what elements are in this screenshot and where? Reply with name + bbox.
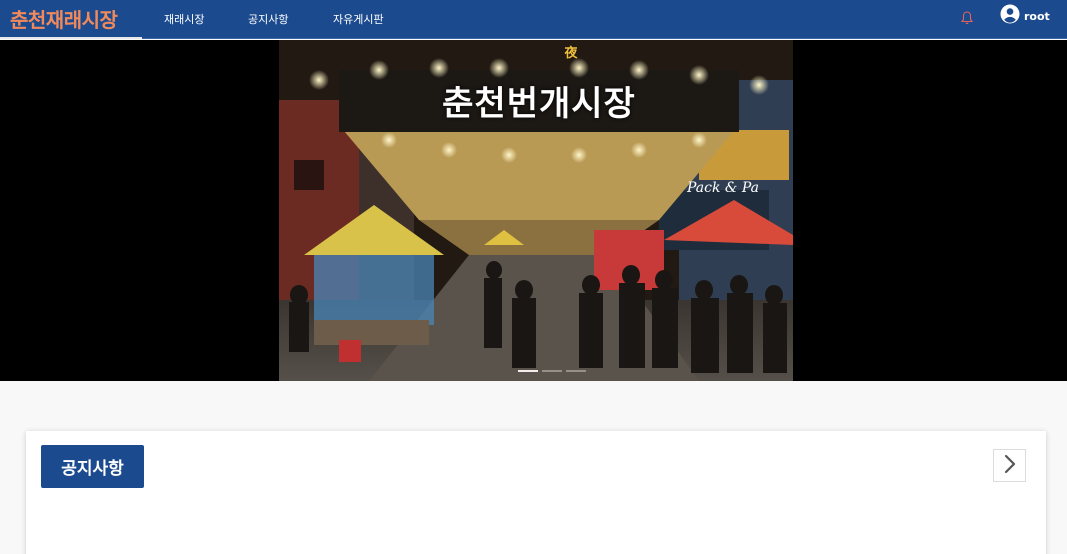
chevron-right-icon — [1003, 454, 1017, 478]
notice-next-button[interactable] — [993, 449, 1026, 482]
storefront-sign: Pack & Pa — [687, 180, 759, 196]
bell-icon[interactable] — [960, 10, 974, 26]
notice-card: 공지사항 — [26, 431, 1046, 554]
user-name: root — [1024, 9, 1050, 23]
user-circle-icon — [1000, 4, 1020, 28]
nav-link-free-board[interactable]: 자유게시판 — [333, 0, 384, 37]
market-night-photo: 夜 춘천번개시장 Pack & Pa — [279, 40, 793, 381]
market-sign-text: 춘천번개시장 — [442, 84, 636, 124]
carousel-indicator[interactable] — [518, 370, 538, 372]
notice-title: 공지사항 — [41, 445, 144, 488]
brand-logo[interactable]: 춘천재래시장 — [0, 0, 142, 39]
carousel-indicator[interactable] — [542, 370, 562, 372]
top-navbar: 춘천재래시장 재래시장 공지사항 자유게시판 root — [0, 0, 1067, 39]
carousel-indicator[interactable] — [566, 370, 586, 372]
nav-link-notice[interactable]: 공지사항 — [248, 0, 288, 37]
carousel-indicators — [518, 370, 586, 372]
user-menu[interactable]: root — [1000, 4, 1050, 28]
market-sign-small: 夜 — [564, 46, 578, 61]
nav-link-market[interactable]: 재래시장 — [164, 0, 204, 37]
hero-carousel[interactable]: 夜 춘천번개시장 Pack & Pa — [0, 40, 1067, 381]
